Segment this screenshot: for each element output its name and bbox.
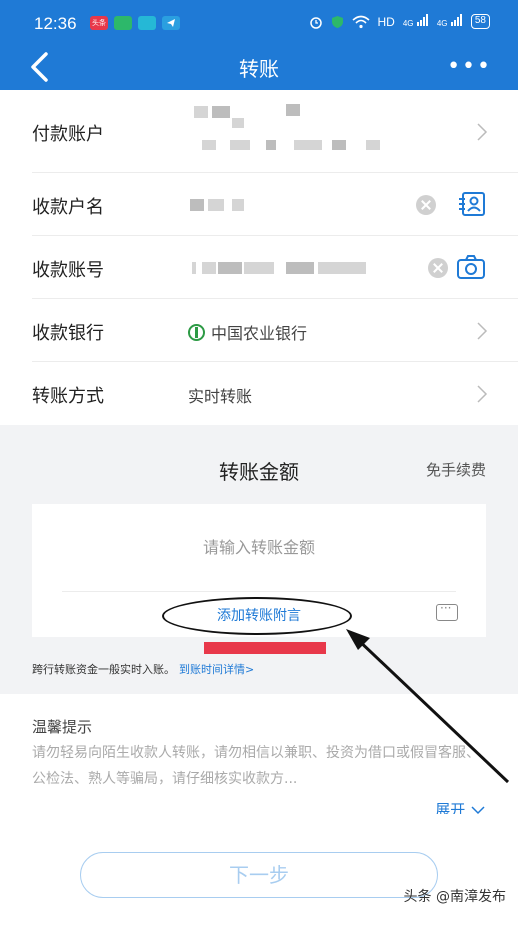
camera-icon[interactable] [456,254,486,280]
chat-app-icon [138,16,156,30]
payee-name-row[interactable]: 收款户名 [32,173,518,236]
agricultural-bank-logo-icon [188,323,205,341]
signal-icon: 4G [403,14,429,29]
arrival-note: 跨行转账资金一般实时入账。 到账时间详情> [32,661,254,677]
notification-icons: 头条 [90,16,180,30]
annotation-red-bar [204,642,326,654]
bank-label: 收款银行 [32,323,104,344]
annotation-oval [162,597,352,635]
system-status: HD 4G 4G 58 [309,14,490,29]
watermark: 头条 @南漳发布 [403,889,506,905]
bottom-bar: 下一步 头条 @南漳发布 [0,814,518,932]
transfer-form: 付款账户 收款户名 收款账号 收款银行 中国农业银行 转账方式 实时转账 [0,90,518,425]
transfer-method-row[interactable]: 转账方式 实时转账 [32,362,518,425]
wifi-icon [351,15,370,28]
chevron-right-icon [477,322,488,340]
bank-value: 中国农业银行 [188,320,307,344]
battery-icon: 58 [470,14,490,29]
status-time: 12:36 [34,14,77,33]
bank-row[interactable]: 收款银行 中国农业银行 [32,299,518,362]
payer-account-label: 付款账户 [32,124,104,145]
amount-input[interactable]: 请输入转账金额 [32,534,486,558]
status-bar: 12:36 头条 HD 4G 4G 58 [0,0,518,44]
signal-icon-2: 4G [437,14,463,29]
network-type: HD [377,14,395,29]
bank-name: 中国农业银行 [211,324,308,343]
clear-icon[interactable] [416,195,436,215]
divider [62,591,456,592]
gallery-app-icon [114,16,132,30]
tips-section: 温馨提示 请勿轻易向陌生收款人转账，请勿相信以兼职、投资为借口或假冒客服、公检法… [0,694,518,819]
page-title: 转账 [239,57,279,81]
next-step-button[interactable]: 下一步 [80,852,438,898]
payee-name-label: 收款户名 [32,197,104,218]
chevron-right-icon [477,123,488,141]
fee-label: 免手续费 [425,461,486,479]
shield-icon [331,15,343,28]
payer-account-row[interactable]: 付款账户 [32,90,518,173]
tips-title: 温馨提示 [32,718,93,736]
more-menu-icon[interactable]: ••• [447,54,492,79]
payee-account-label: 收款账号 [32,260,104,281]
clear-icon[interactable] [428,258,448,278]
payee-account-row[interactable]: 收款账号 [32,236,518,299]
message-icon[interactable] [436,601,458,621]
tips-text: 请勿轻易向陌生收款人转账，请勿相信以兼职、投资为借口或假冒客服、公检法、熟人等骗… [32,745,480,787]
alarm-icon [309,16,322,29]
nav-bar: 转账 ••• [0,44,518,90]
toutiao-app-icon: 头条 [90,16,108,30]
chevron-right-icon [477,385,488,403]
transfer-method-label: 转账方式 [32,386,104,407]
contacts-icon[interactable] [458,191,486,217]
telegram-app-icon [162,16,180,30]
transfer-method-value: 实时转账 [188,387,253,406]
arrival-details-link[interactable]: 到账时间详情> [179,663,254,676]
arrival-note-text: 跨行转账资金一般实时入账。 [32,663,175,676]
